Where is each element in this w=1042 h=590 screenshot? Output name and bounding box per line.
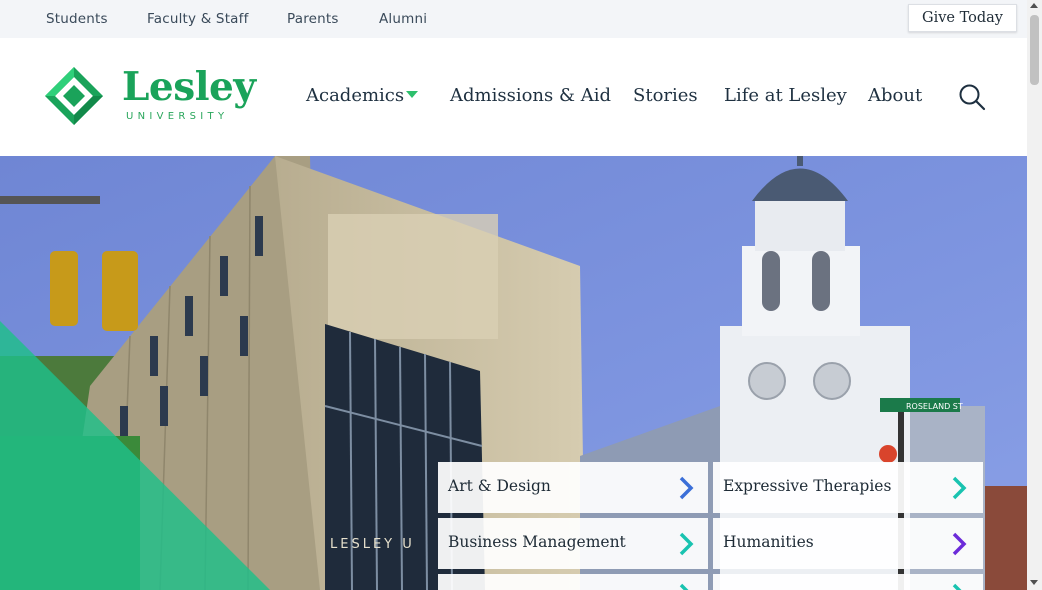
chevron-right-icon — [679, 532, 694, 556]
tile-label: Expressive Therapies — [723, 477, 892, 495]
chevron-right-icon — [679, 476, 694, 500]
chevron-right-icon — [952, 476, 967, 500]
tile-expressive-therapies[interactable]: Expressive Therapies — [713, 462, 983, 513]
tile-business-management[interactable]: Business Management — [438, 518, 708, 569]
decorative-triangle — [0, 321, 270, 590]
scroll-thumb[interactable] — [1030, 15, 1039, 85]
building-sign: LESLEY U — [330, 537, 415, 552]
logo-mark-icon — [45, 67, 103, 125]
utility-link-parents[interactable]: Parents — [287, 11, 339, 27]
nav-admissions-aid[interactable]: Admissions & Aid — [450, 85, 611, 106]
tile-art-design[interactable]: Art & Design — [438, 462, 708, 513]
nav-stories[interactable]: Stories — [633, 85, 698, 106]
nav-about[interactable]: About — [868, 85, 922, 106]
caret-down-icon[interactable] — [406, 91, 418, 98]
tile-label: Art & Design — [448, 477, 551, 495]
tile-humanities[interactable]: Humanities — [713, 518, 983, 569]
tile-partial[interactable] — [713, 574, 983, 590]
give-today-button[interactable]: Give Today — [908, 4, 1017, 32]
chevron-right-icon — [679, 583, 689, 590]
chevron-right-icon — [952, 583, 962, 590]
nav-life-at-lesley[interactable]: Life at Lesley — [724, 85, 847, 106]
chevron-right-icon — [952, 532, 967, 556]
tile-partial[interactable] — [438, 574, 708, 590]
utility-link-faculty-staff[interactable]: Faculty & Staff — [147, 11, 249, 27]
logo-subtitle: UNIVERSITY — [126, 111, 229, 122]
tile-label: Humanities — [723, 533, 814, 551]
tile-label: Business Management — [448, 533, 626, 551]
scroll-up-arrow-icon[interactable] — [1030, 3, 1038, 8]
search-icon[interactable] — [958, 83, 986, 111]
scroll-down-arrow-icon[interactable] — [1030, 580, 1038, 585]
lesley-logo[interactable]: Lesley UNIVERSITY — [44, 64, 264, 128]
main-header: Lesley UNIVERSITY Academics Admissions &… — [0, 38, 1027, 156]
nav-academics[interactable]: Academics — [306, 85, 404, 106]
logo-wordmark: Lesley — [122, 64, 256, 110]
vertical-scrollbar[interactable] — [1027, 0, 1042, 590]
street-sign: ROSELAND ST — [906, 402, 963, 411]
utility-link-alumni[interactable]: Alumni — [379, 11, 427, 27]
utility-bar: Students Faculty & Staff Parents Alumni … — [0, 0, 1027, 38]
utility-link-students[interactable]: Students — [46, 11, 108, 27]
hero-banner: LESLEY U ROSELAND ST Art & Design Expres… — [0, 156, 1027, 590]
